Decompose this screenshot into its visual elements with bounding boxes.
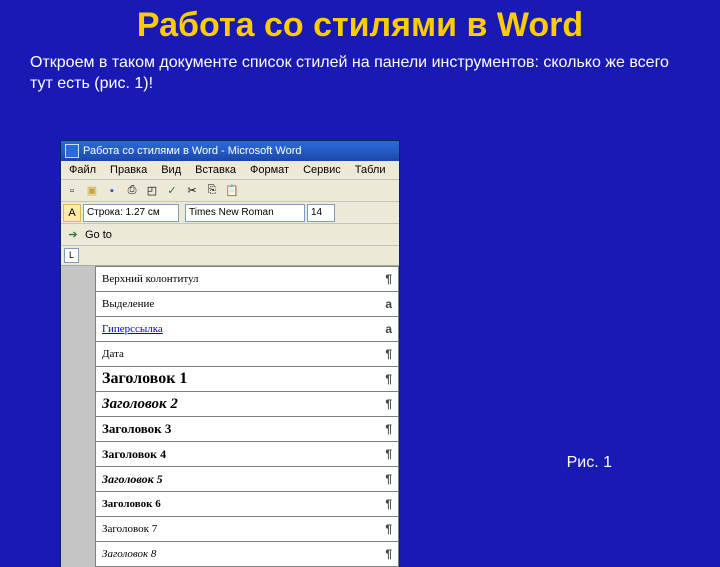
new-icon[interactable]: ▫ [63, 182, 81, 200]
word-window: Работа со стилями в Word - Microsoft Wor… [60, 140, 400, 567]
preview-icon[interactable]: ◰ [143, 182, 161, 200]
menubar: Файл Правка Вид Вставка Формат Сервис Та… [61, 161, 399, 180]
paste-icon[interactable]: 📋 [223, 182, 241, 200]
left-gutter [61, 266, 95, 567]
style-row[interactable]: Заголовок 2¶ [95, 391, 399, 417]
style-row[interactable]: Заголовок 1¶ [95, 366, 399, 392]
menu-edit[interactable]: Правка [104, 163, 153, 177]
cut-icon[interactable]: ✂ [183, 182, 201, 200]
figure-caption: Рис. 1 [567, 454, 612, 472]
style-label: Заголовок 1 [102, 370, 385, 388]
paragraph-mark-icon: ¶ [385, 397, 392, 411]
menu-table[interactable]: Табли [349, 163, 392, 177]
style-row[interactable]: Заголовок 6¶ [95, 491, 399, 517]
paragraph-mark-icon: ¶ [385, 422, 392, 436]
size-field[interactable]: 14 [307, 204, 335, 222]
word-icon [65, 144, 79, 158]
menu-file[interactable]: Файл [63, 163, 102, 177]
style-label: Заголовок 7 [102, 523, 385, 535]
slide-subtitle: Откроем в таком документе список стилей … [0, 49, 720, 101]
style-field[interactable]: Строка: 1.27 см [83, 204, 179, 222]
slide-title: Работа со стилями в Word [0, 0, 720, 49]
style-row[interactable]: Заголовок 7¶ [95, 516, 399, 542]
paragraph-mark-icon: ¶ [385, 547, 392, 561]
menu-service[interactable]: Сервис [297, 163, 347, 177]
style-label: Заголовок 8 [102, 548, 385, 560]
style-label: Заголовок 5 [102, 472, 385, 487]
paragraph-mark-icon: ¶ [385, 522, 392, 536]
style-label: Верхний колонтитул [102, 273, 385, 285]
goto-row: ➔ Go to [61, 224, 399, 246]
open-icon[interactable]: ▣ [83, 182, 101, 200]
paragraph-mark-icon: ¶ [385, 347, 392, 361]
style-row[interactable]: Заголовок 3¶ [95, 416, 399, 442]
menu-insert[interactable]: Вставка [189, 163, 242, 177]
paragraph-mark-icon: ¶ [385, 472, 392, 486]
style-row[interactable]: Заголовок 8¶ [95, 541, 399, 567]
ruler-tab-l[interactable]: L [64, 248, 79, 263]
menu-view[interactable]: Вид [155, 163, 187, 177]
goto-icon[interactable]: ➔ [64, 226, 82, 244]
paragraph-mark-icon: ¶ [385, 372, 392, 386]
formatting-toolbar: A Строка: 1.27 см Times New Roman 14 [61, 202, 399, 224]
styles-dropdown[interactable]: Верхний колонтитул¶ВыделениеaГиперссылка… [61, 266, 399, 567]
paragraph-mark-icon: a [385, 297, 392, 311]
goto-label: Go to [85, 229, 112, 241]
style-row[interactable]: Выделениеa [95, 291, 399, 317]
paragraph-mark-icon: ¶ [385, 497, 392, 511]
paragraph-mark-icon: ¶ [385, 447, 392, 461]
style-row[interactable]: Заголовок 5¶ [95, 466, 399, 492]
style-row[interactable]: Гиперссылкаa [95, 316, 399, 342]
style-label: Заголовок 4 [102, 447, 385, 462]
menu-format[interactable]: Формат [244, 163, 295, 177]
style-sel-icon[interactable]: A [63, 204, 81, 222]
style-label: Заголовок 2 [102, 396, 385, 413]
spell-icon[interactable]: ✓ [163, 182, 181, 200]
paragraph-mark-icon: ¶ [385, 272, 392, 286]
style-label: Дата [102, 348, 385, 360]
style-label: Выделение [102, 298, 385, 310]
style-row[interactable]: Заголовок 4¶ [95, 441, 399, 467]
style-label: Гиперссылка [102, 323, 385, 335]
standard-toolbar: ▫ ▣ ▪ ⎙ ◰ ✓ ✂ ⎘ 📋 [61, 180, 399, 202]
ruler: L [61, 246, 399, 266]
style-row[interactable]: Верхний колонтитул¶ [95, 266, 399, 292]
style-label: Заголовок 3 [102, 421, 385, 437]
copy-icon[interactable]: ⎘ [203, 182, 221, 200]
titlebar: Работа со стилями в Word - Microsoft Wor… [61, 141, 399, 161]
paragraph-mark-icon: a [385, 322, 392, 336]
window-title: Работа со стилями в Word - Microsoft Wor… [83, 145, 302, 157]
save-icon[interactable]: ▪ [103, 182, 121, 200]
font-field[interactable]: Times New Roman [185, 204, 305, 222]
style-label: Заголовок 6 [102, 498, 385, 510]
style-row[interactable]: Дата¶ [95, 341, 399, 367]
print-icon[interactable]: ⎙ [123, 182, 141, 200]
